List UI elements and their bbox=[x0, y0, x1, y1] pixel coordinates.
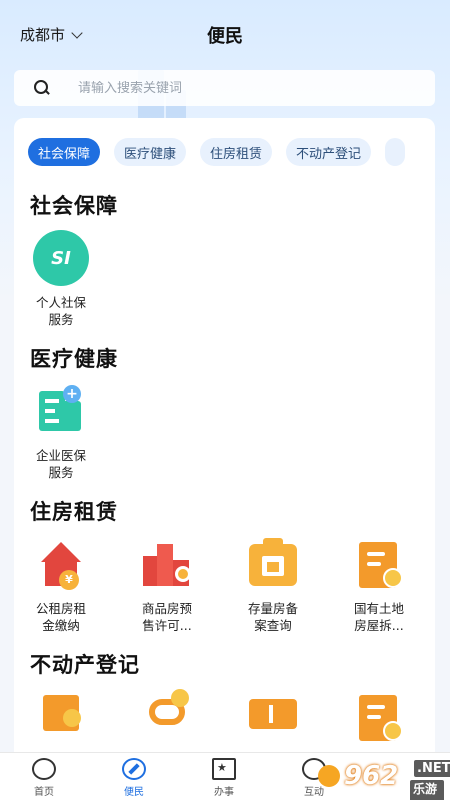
buildings-search-icon bbox=[139, 536, 195, 592]
bookmark-star-icon bbox=[212, 758, 236, 780]
service-public-rent-payment[interactable]: ¥ 公租房租 金缴纳 bbox=[20, 536, 102, 634]
route-coin-icon bbox=[139, 689, 195, 745]
home-panda-icon bbox=[32, 758, 56, 780]
service-label: 国有土地 房屋拆... bbox=[353, 601, 404, 633]
tab-more[interactable] bbox=[385, 138, 406, 166]
page-title: 便民 bbox=[207, 26, 243, 47]
hospital-building-icon: + bbox=[33, 383, 89, 439]
section-title-medical: 医疗健康 bbox=[30, 347, 118, 371]
tab-social-security[interactable]: 社会保障 bbox=[28, 138, 101, 166]
compass-icon bbox=[122, 758, 146, 780]
search-icon bbox=[34, 80, 50, 96]
tabbar-item-home[interactable]: 首页 bbox=[14, 758, 74, 798]
service-label: 公租房租 金缴纳 bbox=[35, 601, 86, 633]
service-real-estate-4[interactable] bbox=[338, 689, 420, 745]
category-tabs: 社会保障 医疗健康 住房租赁 不动产登记 bbox=[28, 138, 406, 166]
service-real-estate-3[interactable] bbox=[232, 689, 314, 745]
service-presale-permit[interactable]: 商品房预 售许可... bbox=[126, 536, 208, 634]
service-personal-social-security[interactable]: SI 个人社保 服务 bbox=[20, 230, 102, 328]
service-state-land-demolition[interactable]: 国有土地 房屋拆... bbox=[338, 536, 420, 634]
search-input[interactable] bbox=[78, 80, 398, 96]
watermark: 962 .NET 乐游网 bbox=[318, 754, 450, 800]
service-label: 商品房预 售许可... bbox=[141, 601, 192, 633]
watermark-suffix: .NET bbox=[414, 760, 450, 777]
tabbar-label: 首页 bbox=[34, 787, 54, 798]
tab-housing-rental[interactable]: 住房租赁 bbox=[200, 138, 273, 166]
tabbar-item-affairs[interactable]: 办事 bbox=[194, 758, 254, 798]
document-download-icon bbox=[351, 536, 407, 592]
services-card: 社会保障 医疗健康 住房租赁 不动产登记 社会保障 SI 个人社保 服务 医疗健… bbox=[14, 118, 435, 758]
search-bar[interactable] bbox=[14, 70, 435, 106]
watermark-brand: 962 bbox=[344, 761, 399, 791]
watermark-logo-icon bbox=[318, 765, 340, 787]
section-title-real-estate: 不动产登记 bbox=[30, 653, 140, 677]
service-real-estate-2[interactable] bbox=[126, 689, 208, 745]
service-real-estate-1[interactable] bbox=[20, 689, 102, 745]
house-folder-icon bbox=[245, 536, 301, 592]
document-check-icon bbox=[351, 689, 407, 745]
tab-medical-health[interactable]: 医疗健康 bbox=[114, 138, 187, 166]
section-title-social: 社会保障 bbox=[30, 194, 118, 218]
house-coin-icon: ¥ bbox=[33, 536, 89, 592]
building-check-icon bbox=[33, 689, 89, 745]
section-title-housing: 住房租赁 bbox=[30, 500, 118, 524]
tabbar-label: 便民 bbox=[124, 787, 144, 798]
tab-real-estate[interactable]: 不动产登记 bbox=[286, 138, 372, 166]
service-existing-house-filing[interactable]: 存量房备 案查询 bbox=[232, 536, 314, 634]
watermark-cn: 乐游网 bbox=[410, 780, 444, 800]
tabbar-item-convenience[interactable]: 便民 bbox=[104, 758, 164, 798]
si-logo-icon: SI bbox=[33, 230, 89, 286]
service-enterprise-medical-insurance[interactable]: + 企业医保 服务 bbox=[20, 383, 102, 481]
service-label: 存量房备 案查询 bbox=[247, 601, 298, 633]
top-header: 成都市 便民 bbox=[0, 14, 450, 58]
service-label: 个人社保 服务 bbox=[35, 295, 86, 327]
service-label: 企业医保 服务 bbox=[35, 448, 86, 480]
tabbar-label: 办事 bbox=[214, 787, 234, 798]
ticket-icon bbox=[245, 689, 301, 745]
